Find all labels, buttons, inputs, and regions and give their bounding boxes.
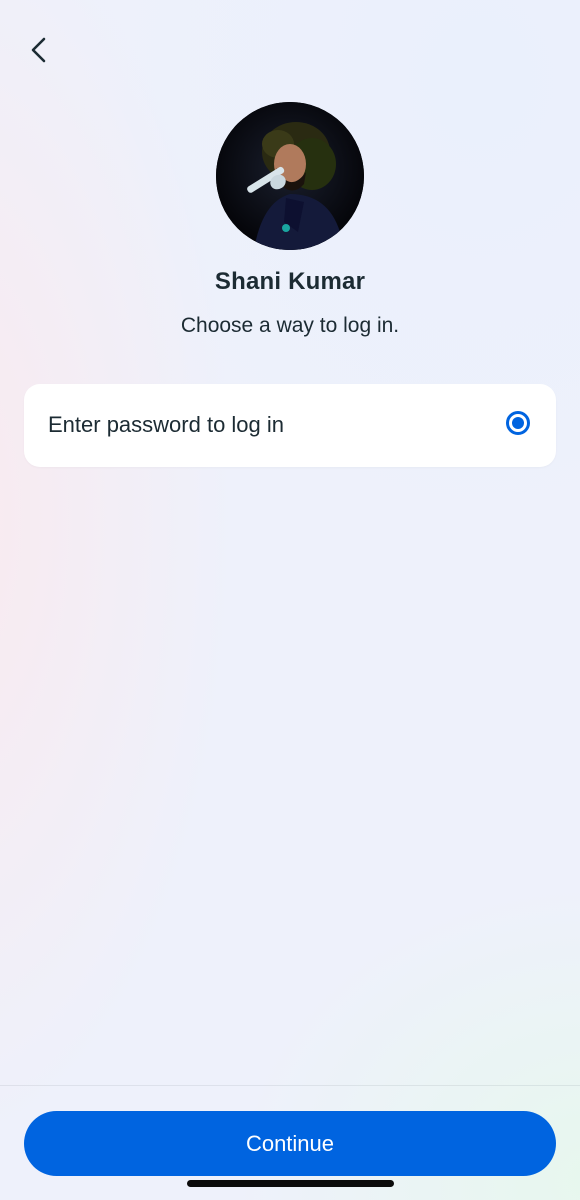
avatar [216,102,364,250]
home-indicator [187,1180,394,1187]
chevron-left-icon [27,36,49,69]
radio-selected-dot [512,417,524,429]
footer-divider [0,1085,580,1086]
option-label: Enter password to log in [48,412,285,437]
password-login-option[interactable]: Enter password to log in [24,384,556,467]
radio-button[interactable] [506,411,530,435]
login-subtitle: Choose a way to log in. [180,314,400,337]
profile-name: Shani Kumar [214,268,366,295]
continue-button[interactable]: Continue [24,1111,556,1176]
back-button[interactable] [18,30,58,74]
